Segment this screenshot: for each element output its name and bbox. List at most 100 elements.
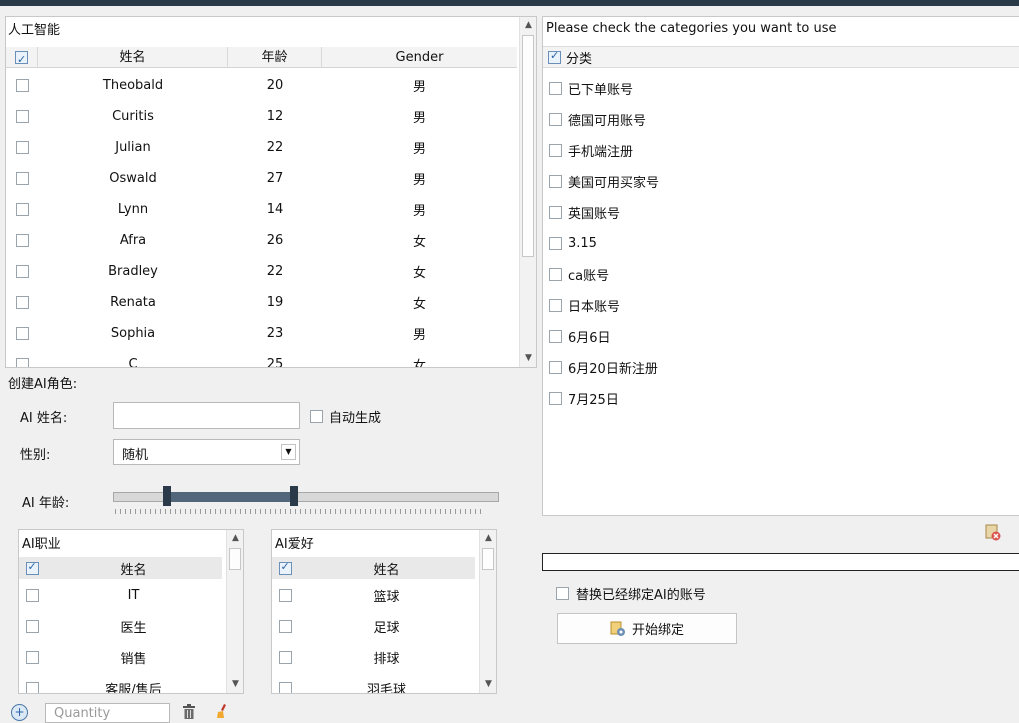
row-checkbox[interactable] [15, 234, 29, 247]
table-row[interactable]: Curitis 12 男 [6, 101, 517, 132]
category-item[interactable]: 已下单账号 [549, 78, 633, 98]
category-item[interactable]: 德国可用账号 [549, 109, 646, 129]
age-range-slider[interactable] [113, 486, 499, 516]
list-item-checkbox[interactable] [25, 588, 39, 602]
category-checkbox[interactable] [549, 174, 562, 188]
category-item[interactable]: ca账号 [549, 264, 609, 284]
scroll-down-icon[interactable]: ▼ [480, 676, 496, 693]
column-header-name[interactable]: 姓名 [38, 46, 228, 68]
list-item-checkbox[interactable] [25, 650, 39, 664]
categories-select-all-checkbox[interactable] [548, 49, 561, 64]
gender-select[interactable]: 随机 ▼ [113, 439, 300, 465]
auto-generate-checkbox[interactable] [310, 410, 323, 423]
row-checkbox[interactable] [15, 327, 29, 340]
list-item[interactable]: 篮球 [272, 581, 475, 609]
grid-scrollbar[interactable]: ▲ ▼ [519, 17, 536, 367]
row-checkbox[interactable] [15, 172, 29, 185]
cell-age: 14 [266, 202, 284, 217]
list-item-checkbox[interactable] [278, 588, 292, 602]
select-all-checkbox[interactable] [15, 49, 28, 70]
broom-icon[interactable] [215, 703, 231, 719]
cell-age: 27 [266, 171, 284, 186]
list-item[interactable]: 医生 [19, 612, 222, 640]
job-list-scrollbar[interactable]: ▲ ▼ [226, 530, 243, 693]
category-checkbox[interactable] [549, 81, 562, 95]
quantity-input[interactable]: Quantity [45, 703, 170, 723]
row-checkbox[interactable] [15, 141, 29, 154]
auto-generate-option[interactable]: 自动生成 [310, 407, 381, 426]
category-item[interactable]: 6月6日 [549, 326, 611, 346]
category-checkbox[interactable] [549, 298, 562, 312]
slider-thumb-max[interactable] [290, 486, 299, 506]
clear-categories-icon[interactable] [984, 524, 1001, 541]
table-row[interactable]: Oswald 27 男 [6, 163, 517, 194]
table-row[interactable]: Bradley 22 女 [6, 256, 517, 287]
category-item[interactable]: 7月25日 [549, 388, 619, 408]
row-checkbox[interactable] [15, 110, 29, 123]
replace-bound-checkbox[interactable] [556, 587, 569, 600]
category-checkbox[interactable] [549, 329, 562, 343]
add-circle-icon[interactable]: + [11, 704, 28, 721]
scroll-up-icon[interactable]: ▲ [520, 17, 536, 34]
list-item[interactable]: 客服/售后 [19, 674, 222, 693]
categories-header[interactable]: 分类 [566, 48, 592, 67]
scroll-thumb[interactable] [229, 548, 241, 570]
category-checkbox[interactable] [549, 143, 562, 157]
category-checkbox[interactable] [549, 360, 562, 374]
table-row[interactable]: Afra 26 女 [6, 225, 517, 256]
list-item-checkbox[interactable] [278, 619, 292, 633]
scroll-down-icon[interactable]: ▼ [227, 676, 243, 693]
list-item-checkbox[interactable] [25, 681, 39, 693]
table-row[interactable]: Renata 19 女 [6, 287, 517, 318]
replace-bound-option[interactable]: 替换已经绑定AI的账号 [556, 584, 706, 603]
list-item-checkbox[interactable] [278, 681, 292, 693]
job-list-header[interactable]: 姓名 [45, 559, 222, 578]
category-item[interactable]: 6月20日新注册 [549, 357, 658, 377]
scroll-up-icon[interactable]: ▲ [480, 530, 496, 547]
category-item[interactable]: 手机端注册 [549, 140, 633, 160]
table-row[interactable]: Julian 22 男 [6, 132, 517, 163]
category-item[interactable]: 美国可用买家号 [549, 171, 659, 191]
category-checkbox[interactable] [549, 267, 562, 281]
hobby-list-scrollbar[interactable]: ▲ ▼ [479, 530, 496, 693]
job-select-all-checkbox[interactable] [25, 560, 39, 575]
row-checkbox[interactable] [15, 203, 29, 216]
category-checkbox[interactable] [549, 236, 562, 250]
category-item[interactable]: 日本账号 [549, 295, 620, 315]
scroll-thumb[interactable] [522, 35, 534, 257]
slider-thumb-min[interactable] [163, 486, 172, 506]
list-item-checkbox[interactable] [278, 650, 292, 664]
list-item-checkbox[interactable] [25, 619, 39, 633]
list-item[interactable]: 羽毛球 [272, 674, 475, 693]
category-item[interactable]: 英国账号 [549, 202, 620, 222]
row-checkbox[interactable] [15, 79, 29, 92]
ai-name-input[interactable] [113, 402, 300, 429]
category-item[interactable]: 3.15 [549, 233, 597, 253]
list-item[interactable]: IT [19, 581, 222, 609]
start-binding-button[interactable]: 开始绑定 [557, 613, 737, 644]
table-row[interactable]: C 25 女 [6, 349, 517, 367]
category-checkbox[interactable] [549, 205, 562, 219]
table-row[interactable]: Lynn 14 男 [6, 194, 517, 225]
column-header-age[interactable]: 年龄 [228, 46, 322, 68]
column-header-gender[interactable]: Gender [322, 47, 517, 68]
hobby-list-header[interactable]: 姓名 [298, 559, 475, 578]
category-checkbox[interactable] [549, 112, 562, 126]
table-row[interactable]: Theobald 20 男 [6, 70, 517, 101]
scroll-thumb[interactable] [482, 548, 494, 570]
table-row[interactable]: Sophia 23 男 [6, 318, 517, 349]
row-checkbox[interactable] [15, 265, 29, 278]
trash-icon[interactable] [182, 704, 196, 719]
cell-age: 12 [266, 109, 284, 124]
hobby-select-all-checkbox[interactable] [278, 560, 292, 575]
scroll-down-icon[interactable]: ▼ [520, 350, 536, 367]
row-checkbox[interactable] [15, 296, 29, 309]
list-item[interactable]: 足球 [272, 612, 475, 640]
scroll-up-icon[interactable]: ▲ [227, 530, 243, 547]
list-item[interactable]: 排球 [272, 643, 475, 671]
cell-name: Afra [119, 233, 147, 248]
chevron-down-icon[interactable]: ▼ [281, 444, 296, 460]
category-checkbox[interactable] [549, 391, 562, 405]
list-item[interactable]: 销售 [19, 643, 222, 671]
row-checkbox[interactable] [15, 358, 29, 367]
